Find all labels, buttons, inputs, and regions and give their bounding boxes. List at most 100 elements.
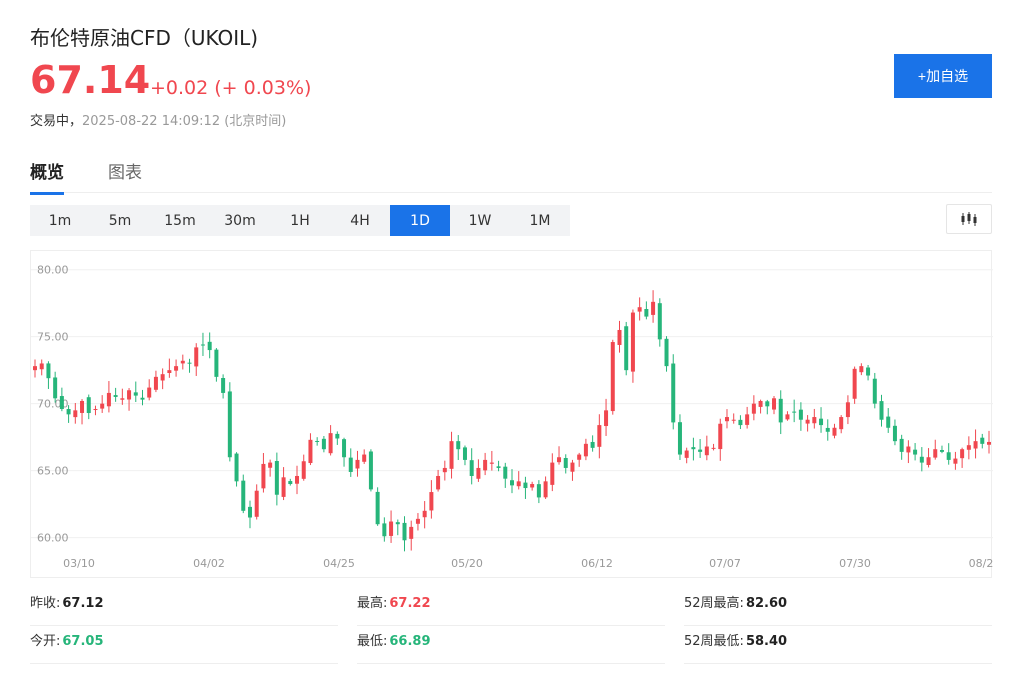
interval-30m[interactable]: 30m [210, 205, 270, 236]
candle-body [422, 510, 427, 518]
y-tick-label: 65.00 [37, 465, 69, 478]
candle-body [153, 376, 158, 390]
stat-prev-close: 昨收: 67.12 [30, 588, 338, 626]
candle-body [415, 518, 420, 524]
candle-body [127, 390, 132, 400]
interval-15m[interactable]: 15m [150, 205, 210, 236]
candle-body [852, 368, 857, 399]
candle-body [677, 422, 682, 455]
candle-body [711, 447, 716, 449]
candle-body [691, 447, 696, 450]
price-chart[interactable]: 80.00 75.00 70.00 65.00 60.00 03/10 04/02 04/25… [30, 250, 993, 578]
tab-bar: 概览 图表 [30, 155, 992, 195]
candle-body [147, 387, 152, 398]
candle-body [402, 522, 407, 541]
interval-1w[interactable]: 1W [450, 205, 510, 236]
candle-body [315, 440, 320, 442]
candle-body [254, 490, 259, 517]
candle-body [86, 397, 91, 414]
candle-body [597, 425, 602, 447]
candle-body [946, 452, 951, 460]
candle-body [577, 454, 582, 460]
candle-body [247, 506, 252, 518]
tab-overview[interactable]: 概览 [30, 158, 64, 195]
candle-body [832, 427, 837, 436]
candle-body [429, 492, 434, 511]
candle-body [523, 482, 528, 489]
candle-body [866, 367, 871, 376]
candle-body [939, 450, 944, 452]
interval-5m[interactable]: 5m [90, 205, 150, 236]
y-tick-label: 80.00 [37, 264, 69, 277]
candle-body [100, 403, 105, 409]
candle-body [328, 433, 333, 454]
tab-chart[interactable]: 图表 [108, 158, 142, 192]
stats-row: 昨收: 67.12 最高: 67.22 52周最高: 82.60 [30, 588, 992, 626]
candle-body [724, 417, 729, 422]
candle-body [510, 480, 514, 486]
x-tick-label: 05/20 [451, 557, 483, 570]
candle-body [462, 447, 467, 460]
candle-body [308, 439, 313, 464]
candle-body [980, 437, 985, 444]
candle-body [738, 419, 743, 426]
candle-body [106, 392, 111, 407]
interval-1m[interactable]: 1m [30, 205, 90, 236]
candle-body [798, 409, 803, 420]
interval-4h[interactable]: 4H [330, 205, 390, 236]
candle-body [812, 417, 817, 424]
candle-body [234, 453, 239, 482]
candle-body [73, 410, 78, 418]
candle-body [698, 449, 703, 452]
candle-body [335, 433, 340, 439]
candle-body [651, 301, 656, 315]
candle-body [550, 462, 555, 485]
candle-body [362, 454, 367, 462]
candle-body [241, 480, 246, 511]
candle-body [751, 403, 756, 414]
candle-body [200, 344, 205, 346]
chart-type-button[interactable] [946, 204, 992, 234]
candle-body [906, 446, 911, 453]
candle-body [671, 363, 676, 423]
candle-body [160, 374, 165, 381]
interval-1mo[interactable]: 1M [510, 205, 570, 236]
candle-body [476, 467, 481, 479]
candle-body [53, 377, 58, 399]
add-watchlist-button[interactable]: +加自选 [894, 54, 992, 98]
candle-body [536, 484, 541, 498]
candle-body [785, 414, 790, 420]
candle-body [187, 362, 192, 364]
candle-body [469, 460, 474, 476]
candle-body [295, 475, 300, 484]
candle-body [839, 417, 844, 430]
candle-body [953, 458, 958, 464]
candle-body [194, 347, 199, 367]
y-tick-label: 60.00 [37, 532, 69, 545]
interval-1h[interactable]: 1H [270, 205, 330, 236]
candle-body [409, 526, 414, 539]
candle-body [859, 366, 864, 373]
candle-body [274, 461, 279, 495]
candle-body [261, 463, 266, 489]
x-tick-label: 07/30 [839, 557, 871, 570]
candle-body [375, 491, 380, 525]
candle-body [174, 366, 179, 371]
candle-body [805, 419, 810, 424]
candle-body [819, 418, 824, 426]
stat-open: 今开: 67.05 [30, 626, 338, 664]
candle-body [355, 459, 360, 469]
candle-body [207, 341, 212, 351]
candle-body [442, 467, 447, 473]
candle-body [140, 397, 145, 400]
candle-body [778, 398, 783, 423]
timestamp: 2025-08-22 14:09:12 (北京时间) [82, 114, 287, 129]
candle-body [516, 481, 521, 487]
candle-body [483, 459, 488, 471]
candle-body [879, 401, 884, 420]
x-tick-label: 04/25 [323, 557, 355, 570]
candle-body [892, 425, 897, 442]
candle-body [342, 439, 347, 458]
interval-1d[interactable]: 1D [390, 205, 450, 236]
candle-body [630, 312, 635, 372]
